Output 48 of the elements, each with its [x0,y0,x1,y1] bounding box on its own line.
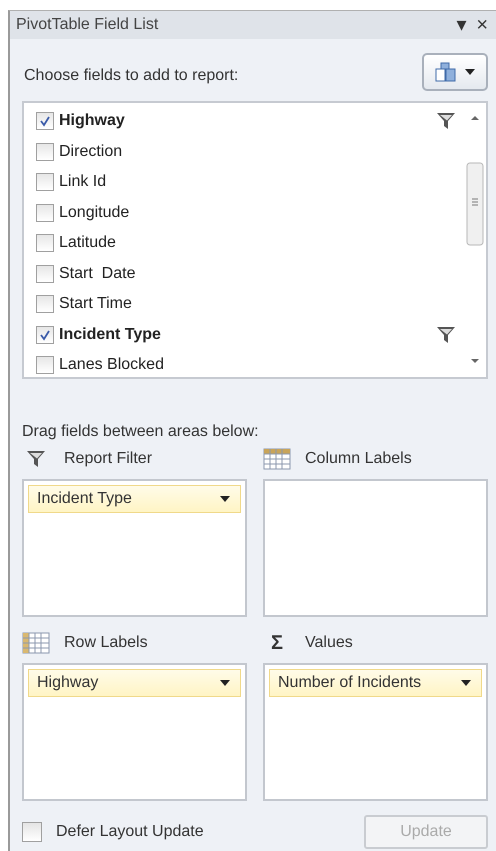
field-chip[interactable]: Number of Incidents [269,669,482,697]
field-checkbox[interactable] [36,264,54,283]
column-grid-icon [263,448,291,470]
caret-icon[interactable] [461,680,471,686]
field-label[interactable]: Highway [59,112,436,130]
field-checkbox[interactable] [36,326,54,344]
field-label[interactable]: Longitude [59,204,456,222]
menu-caret-icon[interactable]: ▾ [456,15,466,35]
field-label[interactable]: Link Id [59,173,456,192]
drop-area[interactable]: Number of Incidents [263,663,488,801]
field-label[interactable]: Direction [59,142,456,161]
defer-checkbox[interactable] [22,822,42,842]
field-label[interactable]: Incident Type [59,326,436,344]
field-checkbox[interactable] [36,204,54,222]
caret-icon[interactable] [220,496,230,502]
field-checkbox[interactable] [36,173,54,192]
field-label[interactable]: Latitude [59,234,456,252]
row-grid-icon [22,632,50,654]
field-checkbox[interactable] [36,295,54,314]
caret-icon[interactable] [220,680,230,686]
area-label: Report Filter [64,450,152,468]
field-label[interactable]: Lanes Blocked [59,356,456,374]
field-chip[interactable]: Highway [28,669,241,697]
field-chip[interactable]: Incident Type [28,485,241,513]
checkmark-icon [39,328,51,341]
drop-area[interactable]: Highway [22,663,247,801]
drop-area[interactable] [263,479,488,617]
field-label[interactable]: Start Date [59,264,456,283]
field-checkbox[interactable] [36,142,54,161]
field-label[interactable]: Start Time [59,295,456,314]
area-label: Values [305,634,353,652]
caret-icon [465,69,475,75]
field-checkbox[interactable] [36,356,54,374]
filter-icon [26,449,46,469]
layout-button[interactable] [422,53,488,91]
section-label: Drag fields between areas below: [22,423,260,441]
sigma-icon: Σ [270,632,283,654]
section-label: Choose fields to add to report: [24,67,238,85]
window-title: PivotTable Field List [16,16,158,34]
defer-label[interactable]: Defer Layout Update [56,823,204,841]
layout-icon [435,62,457,82]
checkmark-icon [39,115,51,128]
field-checkbox[interactable] [36,112,54,130]
area-label: Row Labels [64,634,148,652]
field-checkbox[interactable] [36,234,54,252]
close-icon[interactable]: × [476,15,488,35]
area-label: Column Labels [305,450,412,468]
drop-area[interactable]: Incident Type [22,479,247,617]
